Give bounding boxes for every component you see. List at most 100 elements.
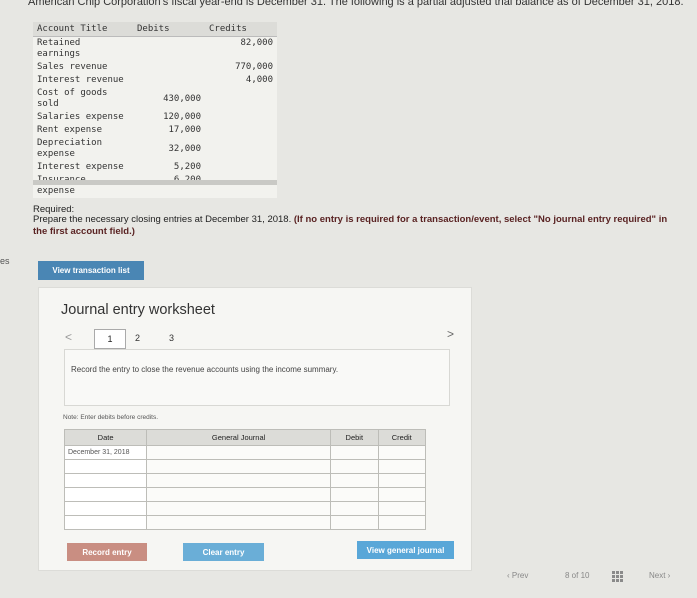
tb-account: Retained earnings bbox=[37, 38, 81, 59]
tb-credit bbox=[205, 137, 277, 161]
table-row: Depreciation expense 32,000 bbox=[33, 137, 277, 161]
account-input[interactable] bbox=[146, 487, 332, 502]
tb-account: Salaries expense bbox=[37, 112, 124, 122]
page-3-button[interactable]: 3 bbox=[169, 329, 174, 347]
table-row: Cost of goods sold 430,000 bbox=[33, 87, 277, 111]
je-header-debit: Debit bbox=[330, 429, 379, 446]
je-header-general-journal: General Journal bbox=[146, 429, 332, 446]
debit-input[interactable] bbox=[330, 445, 379, 460]
view-general-journal-button[interactable]: View general journal bbox=[357, 541, 454, 559]
tb-account: Insurance expense bbox=[37, 175, 86, 196]
table-row: Rent expense 17,000 bbox=[33, 124, 277, 137]
table-row bbox=[63, 459, 426, 474]
account-input[interactable] bbox=[146, 445, 332, 460]
tb-debit: 32,000 bbox=[168, 143, 201, 154]
account-input[interactable] bbox=[146, 515, 332, 530]
next-button[interactable]: Next › bbox=[649, 571, 670, 580]
table-row: Retained earnings 82,000 bbox=[33, 37, 277, 62]
page-1-button[interactable]: 1 bbox=[94, 329, 126, 349]
grid-menu-icon[interactable] bbox=[612, 571, 623, 582]
tb-header-account: Account Title bbox=[33, 22, 133, 37]
tb-debit: 17,000 bbox=[168, 125, 201, 135]
debit-input[interactable] bbox=[330, 473, 379, 488]
tb-account: Rent expense bbox=[37, 125, 103, 135]
je-header-credit: Credit bbox=[377, 429, 426, 446]
table-scrollbar[interactable] bbox=[33, 180, 277, 185]
table-row: December 31, 2018 bbox=[63, 445, 426, 460]
prev-button[interactable]: ‹ Prev bbox=[507, 571, 528, 580]
tb-account: Cost of goods sold bbox=[37, 88, 108, 109]
account-input[interactable] bbox=[146, 473, 332, 488]
tb-account: Interest expense bbox=[37, 162, 124, 172]
date-cell bbox=[63, 459, 148, 474]
tb-credit bbox=[205, 124, 277, 137]
debit-input[interactable] bbox=[330, 515, 379, 530]
date-cell bbox=[63, 501, 148, 516]
credit-input[interactable] bbox=[377, 501, 426, 516]
page-2-button[interactable]: 2 bbox=[135, 329, 140, 347]
credit-input[interactable] bbox=[377, 459, 426, 474]
tb-debit bbox=[133, 61, 205, 74]
table-row bbox=[63, 501, 426, 516]
account-input[interactable] bbox=[146, 459, 332, 474]
next-label: Next bbox=[649, 571, 666, 580]
journal-entry-table: Date General Journal Debit Credit Decemb… bbox=[63, 429, 426, 530]
tb-debit: 430,000 bbox=[163, 93, 201, 104]
tb-header-credits: Credits bbox=[205, 22, 277, 37]
date-cell bbox=[63, 487, 148, 502]
chevron-right-icon[interactable]: > bbox=[447, 327, 454, 341]
view-transaction-list-button[interactable]: View transaction list bbox=[38, 261, 144, 280]
table-row bbox=[63, 473, 426, 488]
side-mark: es bbox=[0, 256, 10, 266]
tb-account: Interest revenue bbox=[37, 75, 124, 85]
record-entry-button[interactable]: Record entry bbox=[67, 543, 147, 561]
credit-input[interactable] bbox=[377, 473, 426, 488]
date-select[interactable]: December 31, 2018 bbox=[63, 445, 148, 460]
tb-debit bbox=[133, 37, 205, 62]
tb-credit bbox=[205, 87, 277, 111]
tb-credit bbox=[205, 161, 277, 174]
clear-entry-button[interactable]: Clear entry bbox=[183, 543, 264, 561]
table-row bbox=[63, 515, 426, 530]
table-row: Salaries expense 120,000 bbox=[33, 111, 277, 124]
required-text: Prepare the necessary closing entries at… bbox=[33, 214, 673, 238]
tb-header-debits: Debits bbox=[133, 22, 205, 37]
table-row bbox=[63, 487, 426, 502]
credit-input[interactable] bbox=[377, 445, 426, 460]
table-row: Insurance expense 6,200 bbox=[33, 174, 277, 198]
worksheet-title: Journal entry worksheet bbox=[61, 302, 215, 318]
je-header-date: Date bbox=[63, 429, 148, 446]
tb-debit: 120,000 bbox=[163, 112, 201, 122]
debit-input[interactable] bbox=[330, 501, 379, 516]
tb-credit bbox=[205, 111, 277, 124]
page-status: 8 of 10 bbox=[565, 571, 590, 580]
credit-input[interactable] bbox=[377, 487, 426, 502]
date-cell bbox=[63, 473, 148, 488]
credit-input[interactable] bbox=[377, 515, 426, 530]
tb-account: Sales revenue bbox=[37, 62, 108, 72]
tb-credit bbox=[205, 174, 277, 198]
tb-account: Depreciation expense bbox=[37, 138, 103, 159]
chevron-left-icon[interactable]: < bbox=[65, 330, 72, 344]
tb-credit: 82,000 bbox=[240, 38, 273, 48]
table-row: Interest expense 5,200 bbox=[33, 161, 277, 174]
tb-debit bbox=[133, 74, 205, 87]
instruction-box: Record the entry to close the revenue ac… bbox=[64, 349, 450, 406]
tb-debit: 6,200 bbox=[133, 174, 205, 198]
table-row: Sales revenue 770,000 bbox=[33, 61, 277, 74]
debits-note: Note: Enter debits before credits. bbox=[63, 414, 159, 421]
debit-input[interactable] bbox=[330, 487, 379, 502]
debit-input[interactable] bbox=[330, 459, 379, 474]
tb-debit: 5,200 bbox=[173, 162, 201, 172]
required-instruction: Prepare the necessary closing entries at… bbox=[33, 214, 292, 225]
tb-credit: 770,000 bbox=[235, 62, 273, 72]
journal-entry-worksheet: Journal entry worksheet < 1 2 3 Record t… bbox=[38, 287, 472, 571]
account-input[interactable] bbox=[146, 501, 332, 516]
problem-header: American Chip Corporation's fiscal year-… bbox=[28, 0, 684, 8]
trial-balance-table: Account Title Debits Credits Retained ea… bbox=[33, 22, 277, 198]
table-row: Interest revenue 4,000 bbox=[33, 74, 277, 87]
instruction-text: Record the entry to close the revenue ac… bbox=[71, 365, 339, 374]
prev-label: Prev bbox=[511, 571, 529, 580]
tb-credit: 4,000 bbox=[245, 75, 273, 85]
date-cell bbox=[63, 515, 148, 530]
